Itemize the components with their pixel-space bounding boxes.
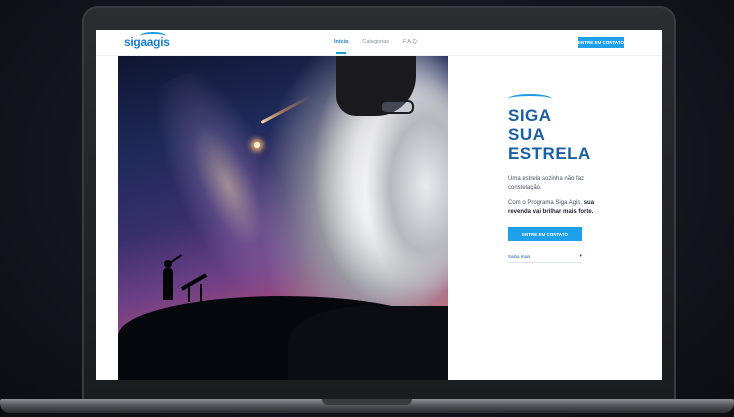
contact-button-nav[interactable]: ENTRE EM CONTATO	[578, 37, 624, 48]
saiba-mais-dropdown[interactable]: Saiba mais ▾	[508, 253, 582, 263]
hero-title: SIGA SUA ESTRELA	[508, 106, 638, 163]
saiba-mais-label: Saiba mais	[508, 253, 531, 259]
glasses-graphic	[380, 100, 414, 114]
laptop-base-notch	[322, 399, 412, 405]
shoulder-silhouette	[288, 306, 448, 380]
astronomer-silhouette	[163, 268, 173, 300]
logo[interactable]: sigaagis	[124, 35, 170, 51]
hero-image	[118, 56, 448, 380]
browser-screen: sigaagis Início Categorias F.A.Q. ENTRE …	[96, 30, 662, 380]
hero-title-line-2: SUA	[508, 125, 546, 144]
meteor-head-graphic	[254, 142, 260, 148]
nav-link-inicio[interactable]: Início	[334, 39, 348, 54]
hero-description: Uma estrela sozinha não faz constelação.	[508, 176, 585, 191]
nav-link-faq[interactable]: F.A.Q.	[403, 39, 418, 45]
milky-way-graphic	[118, 56, 361, 333]
hero-text: SIGA SUA ESTRELA Uma estrela sozinha não…	[508, 94, 638, 263]
nav-links: Início Categorias F.A.Q.	[334, 39, 418, 54]
hero-title-line-3: ESTRELA	[508, 144, 591, 163]
hero-description-2: Com o Programa Siga Agis, sua revenda va…	[508, 199, 608, 217]
tripod-icon	[188, 284, 202, 302]
hero-title-line-1: SIGA	[508, 106, 552, 125]
hero-description-2-prefix: Com o Programa Siga Agis,	[508, 200, 583, 206]
chevron-down-icon: ▾	[579, 253, 582, 259]
contact-button-hero[interactable]: ENTRE EM CONTATO	[508, 227, 582, 241]
title-arc-icon	[508, 94, 552, 104]
navbar: sigaagis Início Categorias F.A.Q. ENTRE …	[96, 30, 662, 56]
nav-link-categorias[interactable]: Categorias	[362, 39, 389, 45]
